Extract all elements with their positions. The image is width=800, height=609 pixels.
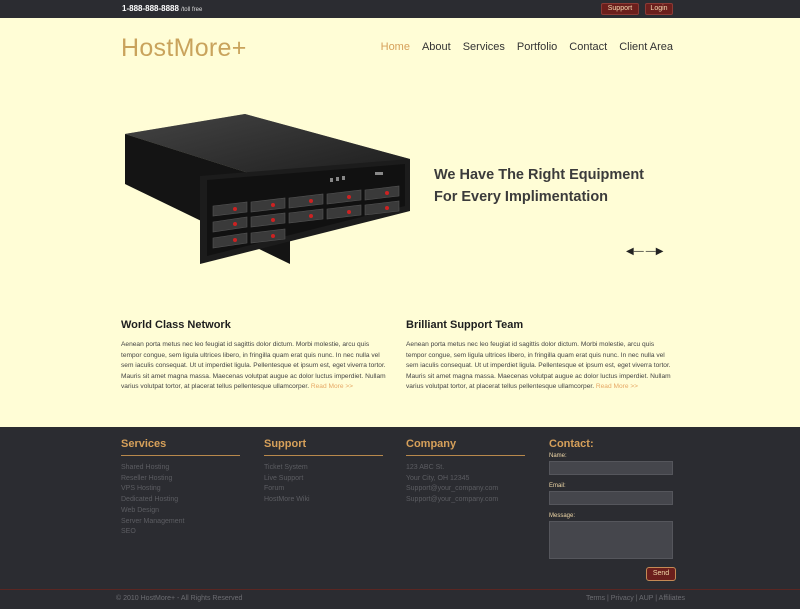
company-city: Your City, OH 12345 xyxy=(406,474,470,482)
copyright: © 2010 HostMore+ - All Rights Reserved xyxy=(116,595,243,602)
contact-form: Contact: Name: Email: Message: xyxy=(549,438,674,559)
company-email[interactable]: Support@your_company.com xyxy=(406,495,525,506)
footer-link[interactable]: Server Management xyxy=(121,517,240,528)
read-more-link[interactable]: Read More >> xyxy=(311,383,353,390)
login-button[interactable]: Login xyxy=(645,3,673,15)
footer-link[interactable]: Live Support xyxy=(264,474,383,485)
nav-about[interactable]: About xyxy=(422,41,451,53)
company-email[interactable]: Support@your_company.com xyxy=(406,484,525,495)
footer-heading: Services xyxy=(121,438,240,456)
company-address: 123 ABC St. xyxy=(406,464,445,471)
feature-title: Brilliant Support Team xyxy=(406,319,524,331)
footer-link[interactable]: Web Design xyxy=(121,506,240,517)
contact-heading: Contact: xyxy=(549,438,594,450)
phone-note: /toll free xyxy=(180,7,203,13)
footer-link[interactable]: SEO xyxy=(121,527,240,538)
aup-link[interactable]: AUP xyxy=(639,595,653,602)
server-image xyxy=(125,114,410,264)
top-bar: 1-888-888-8888/toll free Support Login xyxy=(0,0,800,18)
arrow-right-icon[interactable]: —▶ xyxy=(646,247,664,257)
footer: Services Shared Hosting Reseller Hosting… xyxy=(0,427,800,609)
footer-link[interactable]: Reseller Hosting xyxy=(121,474,240,485)
nav-services[interactable]: Services xyxy=(463,41,505,53)
footer-link[interactable]: VPS Hosting xyxy=(121,484,240,495)
read-more-link[interactable]: Read More >> xyxy=(596,383,638,390)
terms-link[interactable]: Terms xyxy=(586,595,605,602)
hero-headline: We Have The Right Equipment For Every Im… xyxy=(434,164,644,208)
main-content: HostMore+ Home About Services Portfolio … xyxy=(0,18,800,427)
footer-services: Services Shared Hosting Reseller Hosting… xyxy=(121,438,240,538)
bottom-bar: © 2010 HostMore+ - All Rights Reserved T… xyxy=(0,589,800,609)
nav-client-area[interactable]: Client Area xyxy=(619,41,673,53)
feature-support: Brilliant Support Team Aenean porta metu… xyxy=(406,319,676,393)
footer-link[interactable]: Forum xyxy=(264,484,383,495)
footer-heading: Company xyxy=(406,438,525,456)
phone-number: 1-888-888-8888/toll free xyxy=(122,4,202,13)
feature-title: World Class Network xyxy=(121,319,231,331)
privacy-link[interactable]: Privacy xyxy=(611,595,634,602)
slider-arrows: ◀— —▶ xyxy=(626,247,663,257)
send-button[interactable]: Send xyxy=(646,567,676,581)
footer-link[interactable]: Ticket System xyxy=(264,463,383,474)
message-label: Message: xyxy=(549,513,576,519)
nav-contact[interactable]: Contact xyxy=(569,41,607,53)
feature-network: World Class Network Aenean porta metus n… xyxy=(121,319,391,393)
nav-portfolio[interactable]: Portfolio xyxy=(517,41,557,53)
support-button[interactable]: Support xyxy=(601,3,639,15)
footer-company: Company 123 ABC St. Your City, OH 12345 … xyxy=(406,438,525,506)
arrow-left-icon[interactable]: ◀— xyxy=(626,247,644,257)
name-label: Name: xyxy=(549,453,567,459)
feature-text: Aenean porta metus nec leo feugiat id sa… xyxy=(121,341,386,390)
affiliates-link[interactable]: Affiliates xyxy=(659,595,685,602)
hero-line-2: For Every Implimentation xyxy=(434,189,609,205)
message-field[interactable] xyxy=(549,521,673,559)
phone-value: 1-888-888-8888 xyxy=(122,4,179,13)
feature-text: Aenean porta metus nec leo feugiat id sa… xyxy=(406,341,671,390)
hero-line-1: We Have The Right Equipment xyxy=(434,167,645,183)
logo[interactable]: HostMore+ xyxy=(121,34,247,63)
footer-heading: Support xyxy=(264,438,383,456)
name-field[interactable] xyxy=(549,461,673,475)
footer-link[interactable]: HostMore Wiki xyxy=(264,495,383,506)
legal-links: Terms | Privacy | AUP | Affiliates xyxy=(585,595,685,602)
email-label: Email: xyxy=(549,483,566,489)
footer-support: Support Ticket System Live Support Forum… xyxy=(264,438,383,506)
footer-link[interactable]: Dedicated Hosting xyxy=(121,495,240,506)
email-field[interactable] xyxy=(549,491,673,505)
main-nav: Home About Services Portfolio Contact Cl… xyxy=(381,41,673,53)
footer-link[interactable]: Shared Hosting xyxy=(121,463,240,474)
nav-home[interactable]: Home xyxy=(381,41,410,53)
